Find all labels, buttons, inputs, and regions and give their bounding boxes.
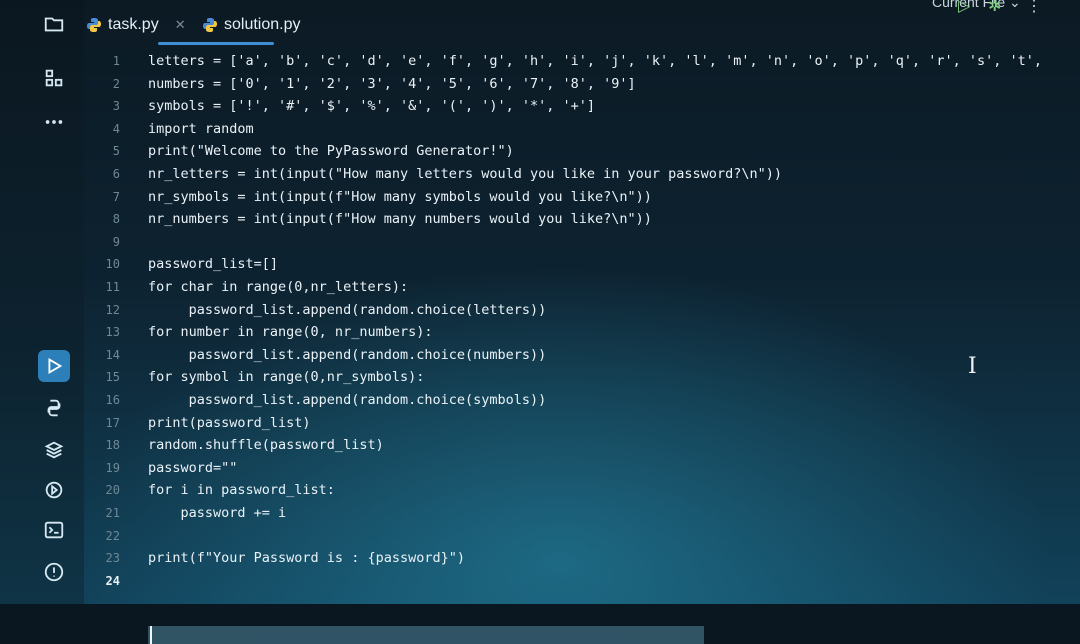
- debug-icon[interactable]: ✲: [988, 0, 1001, 16]
- line-number: 19: [105, 460, 120, 475]
- code-line[interactable]: symbols = ['!', '#', '$', '%', '&', '(',…: [148, 95, 595, 117]
- code-line[interactable]: print(password_list): [148, 412, 311, 434]
- code-line[interactable]: password_list.append(random.choice(symbo…: [148, 389, 547, 411]
- code-line[interactable]: password="": [148, 457, 237, 479]
- tab-label: task.py: [108, 16, 159, 33]
- services-icon[interactable]: [38, 474, 70, 506]
- code-line[interactable]: for number in range(0, nr_numbers):: [148, 321, 432, 343]
- line-number: 11: [105, 280, 120, 294]
- tab-task-py[interactable]: task.py ✕: [86, 10, 186, 40]
- tab-solution-py[interactable]: solution.py: [202, 10, 301, 40]
- more-vertical-icon[interactable]: ⋮: [1026, 0, 1042, 16]
- code-line[interactable]: nr_letters = int(input("How many letters…: [148, 163, 782, 185]
- code-line[interactable]: nr_numbers = int(input(f"How many number…: [148, 208, 652, 230]
- line-number: 12: [105, 302, 120, 317]
- line-number: 3: [112, 99, 120, 114]
- code-line[interactable]: for char in range(0,nr_letters):: [148, 276, 408, 298]
- line-number: 15: [105, 370, 120, 385]
- line-number: 7: [112, 189, 120, 204]
- line-number: 8: [112, 212, 120, 227]
- activity-bar: [0, 0, 84, 604]
- active-tab-indicator: [158, 42, 274, 45]
- line-number: 18: [105, 438, 120, 453]
- tab-label: solution.py: [224, 16, 301, 33]
- line-number: 24: [105, 573, 120, 588]
- line-number: 17: [105, 415, 120, 430]
- line-number: 21: [105, 506, 120, 520]
- line-number: 16: [105, 393, 120, 407]
- code-line[interactable]: password_list.append(random.choice(numbe…: [148, 344, 547, 366]
- line-number: 13: [105, 325, 120, 340]
- run-icon[interactable]: [38, 350, 70, 382]
- text-cursor: [150, 626, 152, 644]
- code-line[interactable]: print("Welcome to the PyPassword Generat…: [148, 140, 514, 162]
- code-line[interactable]: password += i: [148, 502, 287, 524]
- code-line[interactable]: import random: [148, 118, 254, 140]
- line-number: 10: [105, 257, 120, 272]
- code-line[interactable]: password_list=[]: [148, 253, 278, 275]
- python-icon[interactable]: [38, 392, 70, 424]
- python-file-icon: [87, 18, 101, 32]
- code-line[interactable]: numbers = ['0', '1', '2', '3', '4', '5',…: [148, 73, 636, 95]
- line-number: 1: [112, 54, 120, 68]
- more-icon[interactable]: [38, 106, 70, 138]
- close-icon[interactable]: ✕: [175, 17, 186, 33]
- problems-icon[interactable]: [38, 556, 70, 588]
- run-icon[interactable]: ▷: [958, 0, 970, 16]
- line-number: 20: [105, 483, 120, 498]
- line-number: 5: [112, 144, 120, 159]
- line-number: 9: [112, 234, 120, 249]
- layers-icon[interactable]: [38, 434, 70, 466]
- run-configuration-selector[interactable]: Current File ⌄: [932, 0, 1021, 11]
- line-number: 2: [112, 76, 120, 91]
- chevron-down-icon: ⌄: [1009, 0, 1021, 10]
- ide-window: task.py ✕ solution.py Current File ⌄ ▷ ✲…: [0, 0, 1080, 644]
- code-line[interactable]: letters = ['a', 'b', 'c', 'd', 'e', 'f',…: [148, 50, 1042, 72]
- line-number: 22: [105, 528, 120, 543]
- code-line[interactable]: password_list.append(random.choice(lette…: [148, 299, 547, 321]
- current-line-highlight: [148, 626, 704, 644]
- code-editor[interactable]: 1 letters = ['a', 'b', 'c', 'd', 'e', 'f'…: [84, 48, 1080, 644]
- line-number: 14: [105, 347, 120, 362]
- code-line[interactable]: nr_symbols = int(input(f"How many symbol…: [148, 186, 652, 208]
- terminal-icon[interactable]: [38, 514, 70, 546]
- code-line[interactable]: random.shuffle(password_list): [148, 434, 384, 456]
- editor-tab-bar: task.py ✕ solution.py Current File ⌄ ▷ ✲…: [84, 0, 1080, 48]
- mouse-ibeam-cursor: I: [968, 354, 977, 379]
- line-number: 6: [112, 167, 120, 181]
- line-number: 23: [105, 551, 120, 566]
- structure-icon[interactable]: [38, 62, 70, 94]
- folder-icon[interactable]: [38, 8, 70, 40]
- code-line[interactable]: for symbol in range(0,nr_symbols):: [148, 366, 424, 388]
- code-line[interactable]: print(f"Your Password is : {password}"): [148, 547, 465, 569]
- line-number: 4: [112, 121, 120, 136]
- python-file-icon: [203, 18, 217, 32]
- code-line[interactable]: for i in password_list:: [148, 479, 335, 501]
